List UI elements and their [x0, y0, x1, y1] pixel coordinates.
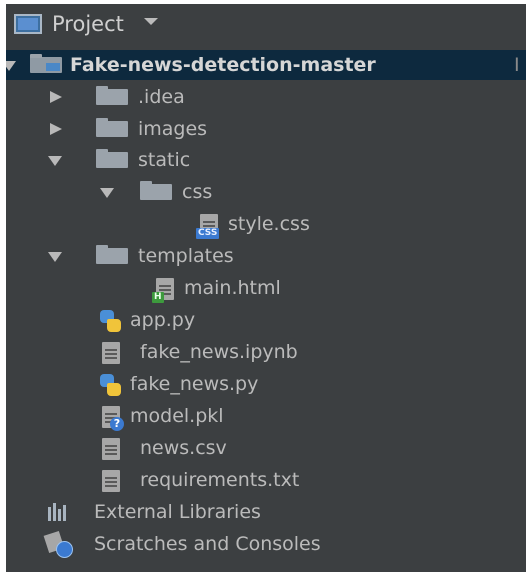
text-file-icon — [102, 470, 120, 492]
tree-item-external-libraries[interactable]: External Libraries — [6, 497, 526, 527]
html-badge: H — [152, 292, 164, 303]
expand-arrow-right-icon[interactable] — [50, 123, 62, 135]
expand-arrow-down-icon[interactable] — [100, 188, 114, 198]
tree-item-fake-news-py[interactable]: fake_news.py — [6, 369, 526, 399]
tree-item-label: news.csv — [140, 437, 227, 459]
project-tool-window: Project Fake-news-detection-master I .id… — [6, 4, 526, 572]
folder-icon — [96, 245, 128, 264]
tree-item-news-csv[interactable]: news.csv — [6, 433, 526, 463]
tree-item-images[interactable]: images — [6, 114, 526, 144]
tree-item-label: requirements.txt — [140, 469, 300, 491]
tree-item-app-py[interactable]: app.py — [6, 305, 526, 335]
tree-item-label: app.py — [130, 309, 196, 331]
tree-item-css[interactable]: css — [6, 177, 526, 207]
tree-item-label: fake_news.ipynb — [140, 341, 298, 363]
css-badge: CSS — [196, 228, 220, 239]
expand-arrow-down-icon[interactable] — [48, 156, 62, 166]
project-panel-header[interactable]: Project — [6, 4, 526, 42]
tree-item-static[interactable]: static — [6, 145, 526, 175]
chevron-down-icon[interactable] — [144, 18, 158, 25]
tree-item-label: .idea — [138, 86, 185, 108]
expand-arrow-down-icon[interactable] — [48, 252, 62, 262]
tree-item-label-suffix: I — [514, 54, 520, 76]
tree-item-root[interactable]: Fake-news-detection-master I — [6, 50, 526, 80]
tree-item-label: images — [138, 118, 208, 140]
libraries-icon — [48, 503, 70, 521]
python-file-icon — [100, 310, 122, 332]
folder-icon — [96, 118, 128, 137]
tree-item-label: css — [182, 181, 213, 203]
tree-item-main-html[interactable]: H main.html — [6, 273, 526, 303]
expand-arrow-right-icon[interactable] — [50, 91, 62, 103]
tree-item-style-css[interactable]: CSS style.css — [6, 209, 526, 239]
tree-item-scratches[interactable]: Scratches and Consoles — [6, 529, 526, 559]
tree-item-model-pkl[interactable]: ? model.pkl — [6, 401, 526, 431]
tree-item-label: Scratches and Consoles — [94, 533, 321, 555]
project-view-title[interactable]: Project — [52, 10, 124, 38]
question-badge: ? — [110, 417, 124, 431]
tree-item-label: style.css — [228, 213, 310, 235]
tree-item-label: model.pkl — [130, 405, 224, 427]
text-file-icon — [102, 342, 120, 364]
folder-icon — [96, 149, 128, 168]
tree-item-label: templates — [138, 245, 234, 267]
html-file-icon: H — [152, 278, 174, 303]
tree-item-label: main.html — [184, 277, 281, 299]
text-file-icon — [102, 438, 120, 460]
css-file-icon: CSS — [196, 214, 220, 239]
python-file-icon — [100, 374, 122, 396]
tree-item-fake-news-ipynb[interactable]: fake_news.ipynb — [6, 337, 526, 367]
tree-item-label: static — [138, 149, 191, 171]
unknown-file-icon: ? — [102, 406, 124, 431]
tree-item-label: fake_news.py — [130, 373, 259, 395]
tree-item-templates[interactable]: templates — [6, 241, 526, 271]
tree-item-requirements-txt[interactable]: requirements.txt — [6, 465, 526, 495]
tree-item-label: External Libraries — [94, 501, 261, 523]
tree-item-label: Fake-news-detection-master — [70, 54, 376, 76]
project-window-icon — [14, 14, 42, 34]
folder-icon — [96, 86, 128, 105]
tree-item-idea[interactable]: .idea — [6, 82, 526, 112]
scratches-icon — [43, 530, 73, 558]
expand-arrow-down-icon[interactable] — [6, 61, 16, 71]
folder-icon — [140, 181, 172, 200]
project-folder-icon — [30, 54, 62, 73]
